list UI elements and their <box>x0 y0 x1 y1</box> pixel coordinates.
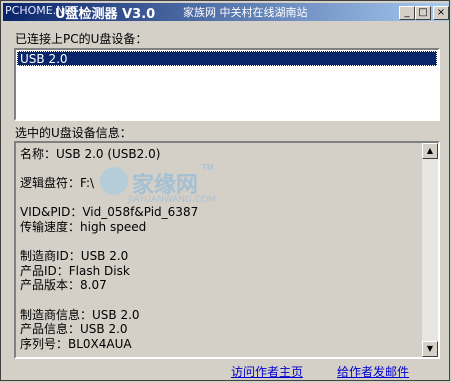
main-window: PCHOME.NET U盘检测器 V3.0 家族网 中关村在线湖南站 _ □ ×… <box>0 0 450 381</box>
minimize-button[interactable]: _ <box>399 6 415 20</box>
scroll-up-arrow-icon[interactable]: ▲ <box>422 143 438 159</box>
devices-label: 已连接上PC的U盘设备： <box>15 32 148 46</box>
close-button[interactable]: × <box>433 6 449 20</box>
info-line: 逻辑盘符：F:\ <box>20 176 95 191</box>
watermark-logo-icon <box>100 167 128 195</box>
info-line: 名称：USB 2.0 (USB2.0) <box>20 147 161 161</box>
info-label: 选中的U盘设备信息： <box>15 126 132 140</box>
window-title: U盘检测器 V3.0 <box>55 7 156 22</box>
email-author-link[interactable]: 给作者发邮件 <box>337 363 409 380</box>
title-bar[interactable]: PCHOME.NET U盘检测器 V3.0 家族网 中关村在线湖南站 _ □ × <box>3 3 449 22</box>
info-scrollbar[interactable]: ▲ ▼ <box>422 143 438 357</box>
watermark-tm: TM <box>202 163 214 172</box>
author-homepage-link[interactable]: 访问作者主页 <box>231 363 303 380</box>
info-line: 序列号：BL0X4AUA <box>20 336 132 351</box>
info-line: 产品版本：8.07 <box>20 278 107 293</box>
device-list-item[interactable]: USB 2.0 <box>17 51 437 66</box>
device-list[interactable]: USB 2.0 <box>14 48 440 121</box>
info-line: 传输速度：high speed <box>20 220 147 234</box>
scroll-down-arrow-icon[interactable]: ▼ <box>422 341 438 357</box>
title-watermark-right: 家族网 中关村在线湖南站 <box>183 6 308 19</box>
device-info-box[interactable]: 名称：USB 2.0 (USB2.0) 逻辑盘符：F:\ VID&PID：Vid_0… <box>14 141 440 359</box>
maximize-button[interactable]: □ <box>415 6 431 20</box>
watermark-subtext: JIAYUANWANG.COM <box>128 195 217 205</box>
